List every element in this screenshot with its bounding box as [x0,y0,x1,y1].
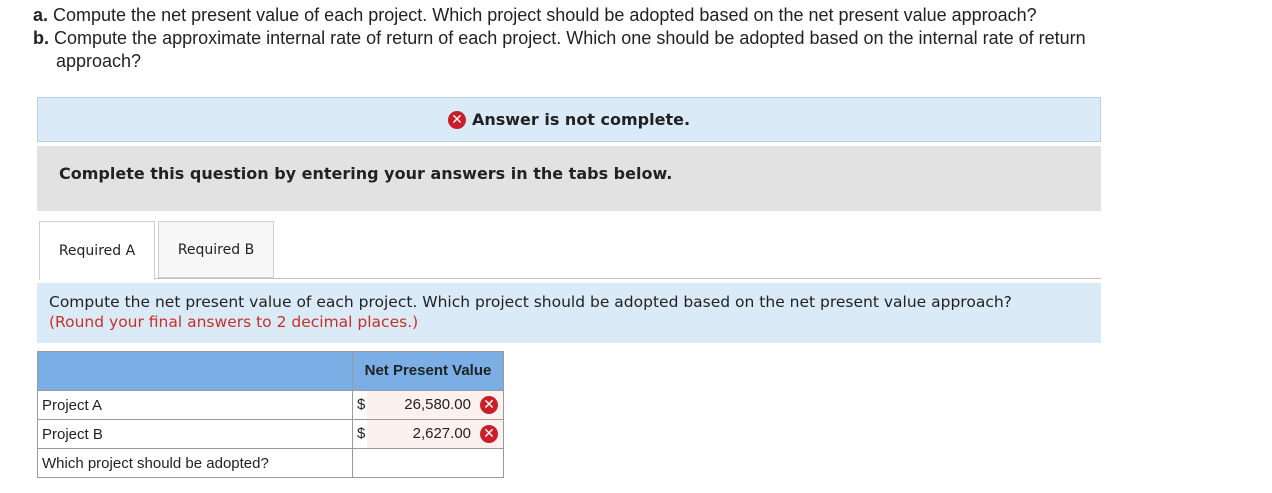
header-blank-cell [37,351,353,391]
answer-status-banner: ✕ Answer is not complete. [37,97,1101,142]
tab-required-a[interactable]: Required A [39,221,155,280]
question-b-marker: b. [33,28,49,48]
header-net-present-value: Net Present Value [352,351,504,391]
npv-input-project-b[interactable]: $ 2,627.00 ✕ [352,419,504,449]
tab-divider [155,278,1101,279]
table-row: Which project should be adopted? [37,448,504,478]
answer-status-text: Answer is not complete. [471,110,691,129]
incorrect-x-icon: ✕ [480,425,498,443]
incorrect-x-icon: ✕ [480,396,498,414]
npv-input-project-a[interactable]: $ 26,580.00 ✕ [352,390,504,420]
table-row: Project B $ 2,627.00 ✕ [37,419,504,449]
adopt-project-select[interactable] [352,448,504,478]
npv-value-project-a: 26,580.00 [404,396,471,413]
currency-symbol: $ [357,425,366,442]
question-a: a. Compute the net present value of each… [33,4,1037,26]
tab-required-b[interactable]: Required B [158,221,274,278]
table-header-row: Net Present Value [37,351,504,391]
row-label-project-a: Project A [37,390,353,420]
question-a-marker: a. [33,5,49,25]
currency-symbol: $ [357,396,366,413]
npv-value-project-b: 2,627.00 [412,425,471,442]
prompt-text: Compute the net present value of each pr… [49,293,1012,311]
question-b-continued: approach? [56,51,142,71]
table-row: Project A $ 26,580.00 ✕ [37,390,504,420]
question-b: b. Compute the approximate internal rate… [33,27,1086,49]
row-label-project-b: Project B [37,419,353,449]
instructions-panel: Complete this question by entering your … [37,146,1101,211]
row-label-which-project: Which project should be adopted? [37,448,353,478]
prompt-rounding-note: (Round your final answers to 2 decimal p… [49,313,419,331]
instructions-text: Complete this question by entering your … [59,164,673,183]
question-a-text: Compute the net present value of each pr… [48,5,1037,25]
prompt-panel: Compute the net present value of each pr… [37,283,1101,343]
question-b-text: Compute the approximate internal rate of… [49,28,1086,48]
x-circle-icon: ✕ [447,110,466,129]
answer-table: Net Present Value Project A $ 26,580.00 … [37,351,504,478]
